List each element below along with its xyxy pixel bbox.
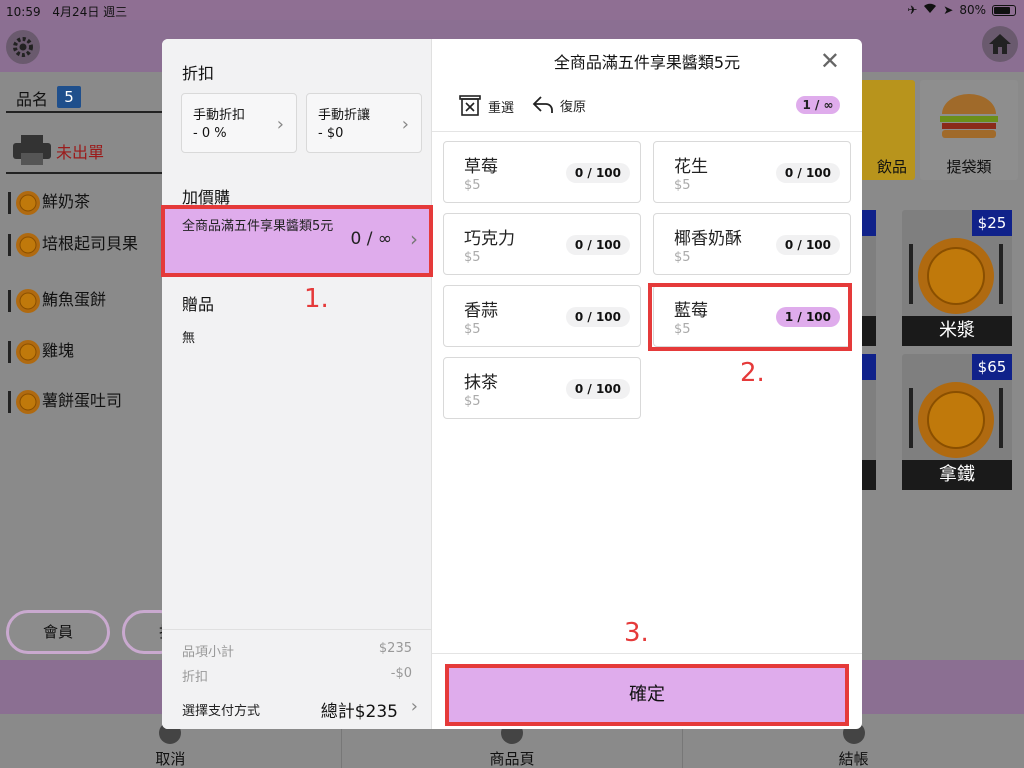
option-qty: 0 / 100 (775, 235, 840, 255)
divider (6, 172, 163, 174)
discount-row: 折扣 -$0 (182, 666, 412, 685)
option-card[interactable]: 香蒜 $5 0 / 100 (443, 285, 641, 347)
order-item-name: 培根起司貝果 (42, 234, 139, 253)
plate-icon (909, 238, 1003, 314)
list-item[interactable]: 鮪魚蛋餅 (6, 286, 163, 316)
option-card[interactable]: 花生 $5 0 / 100 (653, 141, 851, 203)
total-amount: 總計$235 (320, 702, 398, 722)
option-card[interactable]: 草莓 $5 0 / 100 (443, 141, 641, 203)
burger-icon (940, 94, 998, 138)
status-bar: 10:59 4月24日 週三 ✈ ➤ 80% (0, 0, 1024, 20)
list-header: 品名 (16, 90, 49, 109)
modal-left-pane: 折扣 手動折扣 - 0 % › 手動折讓 - $0 › 加價購 全商品滿五件享果… (162, 39, 432, 729)
battery-icon (992, 4, 1016, 16)
list-item[interactable]: 培根起司貝果 (6, 230, 163, 260)
plate-icon (8, 289, 40, 313)
list-item[interactable]: 薯餅蛋吐司 (6, 387, 163, 417)
list-item[interactable]: 鮮奶茶 (6, 188, 163, 218)
divider (432, 653, 862, 654)
printer-icon (12, 134, 52, 170)
option-qty: 0 / 100 (565, 307, 630, 327)
plate-icon (8, 191, 40, 215)
option-card[interactable]: 椰香奶酥 $5 0 / 100 (653, 213, 851, 275)
option-card[interactable]: 巧克力 $5 0 / 100 (443, 213, 641, 275)
manual-discount-percent-card[interactable]: 手動折扣 - 0 % › (181, 93, 297, 153)
product-tile[interactable]: $65 拿鐵 (902, 354, 1012, 490)
option-qty: 0 / 100 (565, 379, 630, 399)
divider (6, 111, 163, 113)
home-icon[interactable] (982, 26, 1018, 62)
wifi-icon (923, 3, 937, 17)
manual-discount-amount-card[interactable]: 手動折讓 - $0 › (306, 93, 422, 153)
subtotal-row: 品項小計 $235 (182, 641, 412, 660)
option-qty: 0 / 100 (565, 163, 630, 183)
discount-section-title: 折扣 (182, 64, 215, 83)
plate-icon (909, 382, 1003, 458)
item-count-badge: 5 (57, 86, 81, 108)
settings-gear-icon[interactable] (6, 30, 40, 64)
product-name: 米漿 (902, 316, 1012, 346)
chevron-right-icon: › (276, 114, 284, 135)
gift-value: 無 (182, 331, 196, 346)
chevron-right-icon: › (401, 114, 409, 135)
reset-button[interactable]: 重選 (458, 95, 514, 117)
highlight-box-step1 (161, 205, 433, 277)
product-price: $65 (972, 354, 1012, 380)
restore-label: 復原 (560, 99, 587, 115)
step-label-3: 3. (624, 618, 649, 648)
battery-percent: 80% (959, 3, 986, 17)
airplane-icon: ✈ (907, 3, 918, 17)
chevron-right-icon: › (410, 696, 418, 717)
step-label-2: 2. (740, 358, 765, 388)
clear-box-icon (459, 95, 481, 116)
reset-label: 重選 (488, 100, 515, 116)
order-item-name: 鮪魚蛋餅 (42, 290, 107, 309)
option-qty: 0 / 100 (775, 163, 840, 183)
undo-icon (532, 96, 553, 113)
plate-icon (8, 340, 40, 364)
highlight-box-step2 (648, 283, 852, 351)
category-tile-bags[interactable]: 提袋類 (920, 80, 1018, 180)
member-button[interactable]: 會員 (6, 610, 110, 654)
order-item-name: 雞塊 (42, 341, 75, 360)
product-price: $25 (972, 210, 1012, 236)
product-tile[interactable]: $25 米漿 (902, 210, 1012, 346)
plate-icon (8, 233, 40, 257)
status-time: 10:59 (6, 5, 41, 19)
location-icon: ➤ (943, 3, 954, 17)
order-item-name: 薯餅蛋吐司 (42, 391, 123, 410)
print-status: 未出單 (56, 143, 105, 162)
selection-quota-badge: 1 / ∞ (796, 96, 840, 114)
confirm-button[interactable]: 確定 (445, 664, 849, 726)
option-qty: 0 / 100 (565, 235, 630, 255)
order-item-name: 鮮奶茶 (42, 192, 91, 211)
restore-button[interactable]: 復原 (532, 95, 586, 115)
payment-label: 選擇支付方式 (182, 704, 261, 719)
option-card[interactable]: 抹茶 $5 0 / 100 (443, 357, 641, 419)
close-icon[interactable]: ✕ (820, 47, 840, 75)
product-name: 拿鐵 (902, 460, 1012, 490)
step-label-1: 1. (304, 284, 329, 314)
status-date: 4月24日 週三 (52, 5, 128, 19)
payment-method-row[interactable]: 選擇支付方式 總計$235 › (182, 696, 418, 722)
divider (432, 131, 862, 132)
modal-title: 全商品滿五件享果醬類5元 (553, 53, 741, 72)
gift-section-title: 贈品 (182, 295, 215, 314)
plate-icon (8, 390, 40, 414)
list-item[interactable]: 雞塊 (6, 337, 163, 367)
